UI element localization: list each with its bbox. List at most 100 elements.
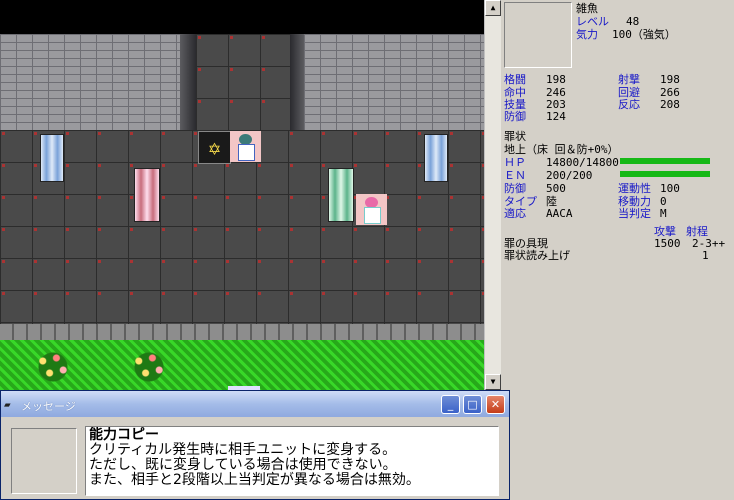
move-label: 移動力 [618,195,651,208]
morale-label: 気力 [576,28,598,41]
message-heading: 能力コピー [89,427,159,443]
stat-label-melee: 格闘 [504,73,526,86]
weapon-header-attack: 攻撃 [654,225,676,238]
en-value: 200/200 [546,169,593,182]
floor-rivet [354,260,357,263]
message-window[interactable]: ▰ メッセージ _ □ ✕ 能力コピー クリティカル発生時に相手ユニットに変身す… [0,390,510,500]
floor-rivet [194,292,197,295]
maximize-button[interactable]: □ [463,395,482,414]
castle-wall-right [304,34,484,130]
weapon-attack: 1500 [654,237,681,250]
floor-rivet [450,164,453,167]
floor-rivet [290,164,293,167]
floor-rivet [226,164,229,167]
stat-label-evasion: 回避 [618,86,640,99]
stat-value-melee: 198 [546,73,566,86]
message-text-box[interactable]: 能力コピー クリティカル発生時に相手ユニットに変身する。 ただし、既に変身してい… [85,426,499,496]
floor-rivet [226,196,229,199]
floor-rivet [34,260,37,263]
floor-corridor[interactable] [196,34,290,130]
level-value: 48 [626,15,640,28]
floor-rivet [418,196,421,199]
en-label: ＥＮ [504,169,526,182]
wall-shadow-left [180,34,196,130]
map-void [0,0,484,34]
floor-rivet [386,260,389,263]
floor-rivet [130,132,133,135]
close-icon: ✕ [490,398,501,411]
floor-rivet [98,228,101,231]
window-icon: ▰ [4,398,11,411]
stat-label-reaction: 反応 [618,98,640,111]
floor-rivet [290,132,293,135]
floor-rivet [198,100,201,103]
pink-girl-unit-icon[interactable] [356,194,387,225]
battle-map[interactable]: ✡ [0,0,484,390]
pillar-blue-right [424,134,448,182]
floor-rivet [2,196,5,199]
floor-rivet [258,196,261,199]
floor-rivet [34,132,37,135]
flower-bush [36,352,70,382]
hp-label: ＨＰ [504,156,526,169]
weapon-name[interactable]: 罪の具現 [504,238,548,249]
floor-rivet [450,260,453,263]
floor-rivet [226,292,229,295]
floor-rivet [66,292,69,295]
size-label: 当判定 [618,207,651,220]
floor-rivet [98,292,101,295]
message-line: また、相手と2段階以上当判定が異なる場合は無効。 [89,472,420,488]
floor-rivet [2,292,5,295]
type-value: 陸 [546,195,557,208]
floor-rivet [262,36,265,39]
floor-rivet [2,228,5,231]
floor-rivet [226,260,229,263]
armor-value: 500 [546,182,566,195]
floor-rivet [162,132,165,135]
floor-rivet [194,164,197,167]
floor-rivet [450,132,453,135]
floor-rivet [66,260,69,263]
minimize-button[interactable]: _ [441,395,460,414]
floor-rivet [162,228,165,231]
floor-rivet [130,292,133,295]
floor-rivet [418,260,421,263]
scroll-down-button[interactable]: ▼ [485,374,501,390]
map-vertical-scrollbar[interactable]: ▲ ▼ [484,0,501,390]
floor-rivet [450,196,453,199]
stat-label-hit: 命中 [504,86,526,99]
morale-value: 100（強気） [612,28,676,41]
speaker-portrait [11,428,77,494]
floor-rivet [418,164,421,167]
floor-rivet [322,228,325,231]
floor-rivet [2,132,5,135]
floor-rivet [2,260,5,263]
floor-rivet [290,196,293,199]
floor-rivet [386,164,389,167]
floor-rivet [450,292,453,295]
floor-rivet [226,228,229,231]
unit-status-panel: 雑魚 レベル 48 気力 100（強気） 格闘 198 命中 246 技量 20… [502,0,734,390]
floor-rivet [290,228,293,231]
weapon-name[interactable]: 罪状読み上げ [504,250,570,261]
message-window-titlebar[interactable]: ▰ メッセージ _ □ ✕ [1,391,509,417]
floor-rivet [162,260,165,263]
wall-shadow-right [290,34,304,130]
unit-portrait [504,2,572,68]
grass-area[interactable] [0,340,484,390]
pillar-pink [134,168,160,222]
scroll-up-button[interactable]: ▲ [485,0,501,16]
adapt-label: 適応 [504,207,526,220]
floor-rivet [354,164,357,167]
size-value: M [660,207,667,220]
floor-rivet [198,68,201,71]
close-button[interactable]: ✕ [486,395,505,414]
floor-rivet [450,228,453,231]
girl-unit-icon[interactable] [230,131,261,162]
terrain-info: 地上（床 回＆防+0%） [504,143,619,156]
floor-rivet [322,164,325,167]
adapt-value: AACA [546,207,573,220]
floor-rivet [66,228,69,231]
star-of-david-icon[interactable]: ✡ [198,131,231,164]
minimize-icon: _ [447,398,454,411]
